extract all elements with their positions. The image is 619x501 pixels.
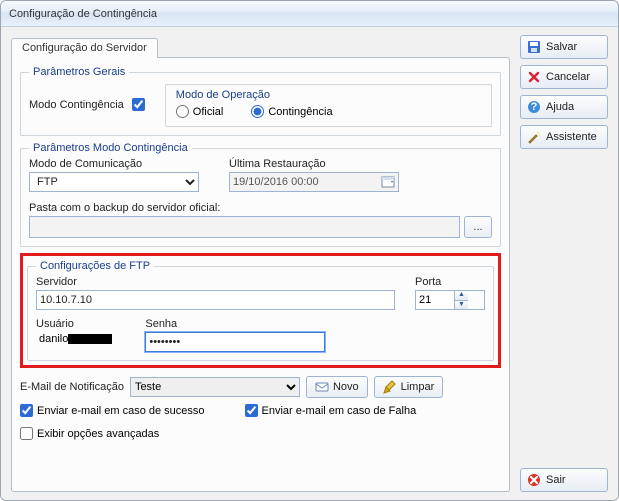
tabstrip: Configuração do Servidor (11, 35, 510, 57)
sair-button-label: Sair (546, 474, 566, 486)
redacted-user-suffix (68, 334, 112, 344)
limpar-button-label: Limpar (401, 381, 435, 393)
highlight-ftp: Configurações de FTP Servidor Porta (20, 253, 501, 368)
label-ftp-port: Porta (415, 276, 485, 288)
side-buttons-column: Salvar Cancelar ? Ajuda Assistente Sair (520, 35, 608, 492)
window-body: Configuração do Servidor Parâmetros Gera… (1, 27, 618, 500)
tab-server-config[interactable]: Configuração do Servidor (11, 38, 158, 58)
label-ftp-server: Servidor (36, 276, 395, 288)
checkbox-advanced-label: Exibir opções avançadas (37, 428, 159, 440)
mail-new-icon (315, 380, 329, 394)
radio-contingencia[interactable] (251, 105, 264, 118)
novo-button[interactable]: Novo (306, 376, 368, 398)
input-ftp-user[interactable]: danilo (36, 332, 115, 346)
checkbox-email-success-wrap[interactable]: Enviar e-mail em caso de sucesso (20, 404, 205, 417)
group-ftp-legend: Configurações de FTP (36, 260, 154, 272)
checkbox-email-success-label: Enviar e-mail em caso de sucesso (37, 405, 205, 417)
input-ftp-port[interactable] (416, 291, 454, 309)
checkbox-modo-contingencia[interactable] (132, 98, 145, 111)
datetime-last-restore[interactable]: 19/10/2016 00:00 (229, 172, 399, 192)
window: Configuração de Contingência Configuraçã… (0, 0, 619, 501)
combo-comm-mode[interactable]: FTP (29, 172, 199, 192)
input-ftp-password[interactable] (145, 332, 325, 352)
titlebar: Configuração de Contingência (1, 1, 618, 27)
label-ftp-password: Senha (145, 318, 325, 330)
browse-folder-label: ... (473, 221, 482, 233)
broom-icon (383, 380, 397, 394)
group-ftp-config: Configurações de FTP Servidor Porta (27, 260, 494, 361)
cancelar-button[interactable]: Cancelar (520, 65, 608, 89)
radio-oficial-label: Oficial (193, 106, 224, 118)
browse-folder-button[interactable]: ... (464, 216, 492, 238)
input-backup-folder[interactable] (29, 216, 460, 238)
main-column: Configuração do Servidor Parâmetros Gera… (11, 35, 510, 492)
ajuda-button[interactable]: ? Ajuda (520, 95, 608, 119)
label-ftp-user: Usuário (36, 318, 115, 330)
label-modo-contingencia: Modo Contingência (29, 99, 124, 111)
calendar-dropdown-icon[interactable] (381, 175, 395, 189)
ajuda-button-label: Ajuda (546, 101, 574, 113)
label-backup-folder: Pasta com o backup do servidor oficial: (29, 202, 220, 214)
salvar-button[interactable]: Salvar (520, 35, 608, 59)
exit-icon (527, 473, 541, 487)
label-comm-mode: Modo de Comunicação (29, 158, 199, 170)
group-contingency-legend: Parâmetros Modo Contingência (29, 142, 192, 154)
spin-down-button[interactable]: ▼ (455, 301, 468, 310)
checkbox-email-failure-label: Enviar e-mail em caso de Falha (262, 405, 417, 417)
checkbox-email-failure-wrap[interactable]: Enviar e-mail em caso de Falha (245, 404, 417, 417)
sair-button[interactable]: Sair (520, 468, 608, 492)
datetime-last-restore-value: 19/10/2016 00:00 (233, 176, 319, 188)
svg-text:?: ? (531, 101, 538, 113)
group-general-legend: Parâmetros Gerais (29, 66, 129, 78)
input-ftp-server[interactable] (36, 290, 395, 310)
assistente-button[interactable]: Assistente (520, 125, 608, 149)
salvar-button-label: Salvar (546, 41, 577, 53)
checkbox-advanced-wrap[interactable]: Exibir opções avançadas (20, 427, 501, 440)
label-email-notification: E-Mail de Notificação (20, 381, 124, 393)
group-operation-mode: Modo de Operação Oficial Contingência (165, 84, 492, 127)
group-general-params: Parâmetros Gerais Modo Contingência Modo… (20, 66, 501, 136)
cancel-icon (527, 70, 541, 84)
help-icon: ? (527, 100, 541, 114)
checkbox-email-success[interactable] (20, 404, 33, 417)
cancelar-button-label: Cancelar (546, 71, 590, 83)
window-title: Configuração de Contingência (9, 8, 157, 20)
wizard-icon (527, 130, 541, 144)
input-ftp-user-value: danilo (39, 333, 68, 345)
checkbox-email-failure[interactable] (245, 404, 258, 417)
save-icon (527, 40, 541, 54)
novo-button-label: Novo (333, 381, 359, 393)
spin-ftp-port[interactable]: ▲ ▼ (415, 290, 485, 310)
combo-email-notification[interactable]: Teste (130, 377, 300, 397)
radio-contingencia-label: Contingência (268, 106, 332, 118)
checkbox-advanced[interactable] (20, 427, 33, 440)
group-operation-mode-legend: Modo de Operação (176, 89, 270, 101)
label-last-restore: Última Restauração (229, 158, 399, 170)
assistente-button-label: Assistente (546, 131, 597, 143)
radio-oficial[interactable] (176, 105, 189, 118)
spin-up-button[interactable]: ▲ (455, 291, 468, 301)
radio-contingencia-wrap[interactable]: Contingência (251, 105, 332, 118)
group-contingency-params: Parâmetros Modo Contingência Modo de Com… (20, 142, 501, 247)
tabpage-server-config: Parâmetros Gerais Modo Contingência Modo… (11, 57, 510, 492)
limpar-button[interactable]: Limpar (374, 376, 444, 398)
radio-oficial-wrap[interactable]: Oficial (176, 105, 224, 118)
